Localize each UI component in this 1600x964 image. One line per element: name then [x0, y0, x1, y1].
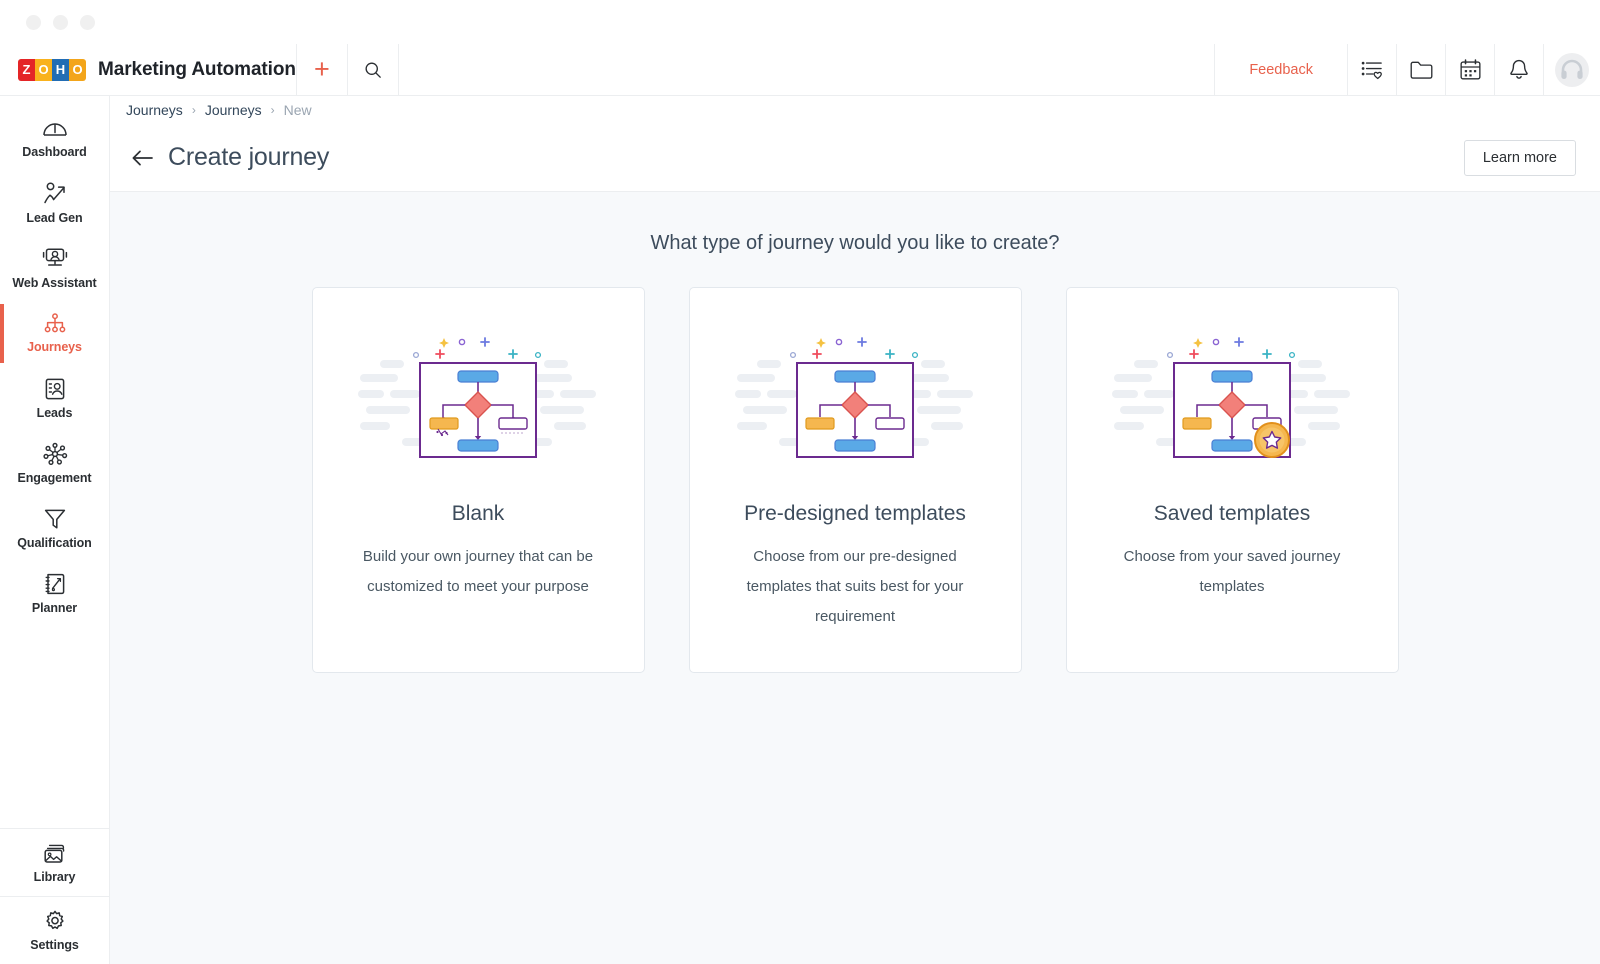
- logo-letter-o2: O: [69, 59, 86, 81]
- plus-icon: +: [314, 56, 330, 83]
- lead-gen-icon: [42, 182, 68, 206]
- breadcrumb-separator-0: ›: [192, 103, 196, 117]
- sidebar-label-library: Library: [34, 870, 76, 884]
- sidebar-item-engagement[interactable]: Engagement: [0, 431, 109, 496]
- calendar-icon: [1460, 59, 1481, 80]
- search-icon: [364, 61, 382, 79]
- sidebar-item-planner[interactable]: Planner: [0, 561, 109, 626]
- breadcrumb-separator-1: ›: [271, 103, 275, 117]
- sidebar-item-leads[interactable]: Leads: [0, 366, 109, 431]
- journey-type-card-pre-designed-templates[interactable]: Pre-designed templates Choose from our p…: [689, 287, 1022, 673]
- main-area: Journeys › Journeys › New Create journey…: [110, 96, 1600, 964]
- leads-card-icon: [43, 377, 67, 401]
- folder-button[interactable]: [1397, 44, 1445, 96]
- app-header: Z O H O Marketing Automation + Feedback: [0, 44, 1600, 96]
- sidebar-label-qualification: Qualification: [17, 536, 91, 550]
- list-heart-icon: [1361, 60, 1383, 80]
- back-arrow-icon: [132, 149, 154, 167]
- journeys-icon: [42, 313, 68, 335]
- content-area: What type of journey would you like to c…: [110, 192, 1600, 964]
- card-title-pre-designed-templates: Pre-designed templates: [744, 502, 966, 526]
- window-titlebar: [0, 0, 1600, 44]
- card-title-blank: Blank: [452, 502, 505, 526]
- gauge-icon: [42, 118, 68, 140]
- sidebar-item-lead-gen[interactable]: Lead Gen: [0, 171, 109, 236]
- page-header: Create journey Learn more: [110, 124, 1600, 192]
- logo-letter-h: H: [52, 59, 69, 81]
- library-icon: [42, 841, 68, 865]
- web-assistant-icon: [42, 247, 68, 271]
- sidebar-item-settings[interactable]: Settings: [0, 896, 109, 964]
- sidebar-label-web-assistant: Web Assistant: [12, 276, 96, 290]
- sidebar-label-dashboard: Dashboard: [22, 145, 86, 159]
- window-close-dot[interactable]: [26, 15, 41, 30]
- breadcrumb: Journeys › Journeys › New: [110, 96, 1600, 124]
- funnel-icon: [43, 507, 67, 531]
- card-description-blank: Build your own journey that can be custo…: [346, 542, 611, 602]
- journey-flowchart-illustration: [358, 330, 598, 460]
- page-title: Create journey: [168, 143, 329, 172]
- card-title-saved-templates: Saved templates: [1154, 502, 1310, 526]
- brand-block[interactable]: Z O H O Marketing Automation: [0, 59, 296, 81]
- add-new-button[interactable]: +: [297, 44, 347, 96]
- breadcrumb-item-0[interactable]: Journeys: [126, 102, 183, 118]
- appbar-right-group: Feedback: [1214, 44, 1600, 96]
- breadcrumb-item-1[interactable]: Journeys: [205, 102, 262, 118]
- window-minimize-dot[interactable]: [53, 15, 68, 30]
- product-title: Marketing Automation: [98, 59, 296, 81]
- sidebar-label-leads: Leads: [37, 406, 73, 420]
- folder-icon: [1410, 60, 1433, 80]
- journey-type-card-blank[interactable]: Blank Build your own journey that can be…: [312, 287, 645, 673]
- sidebar-label-engagement: Engagement: [17, 471, 91, 485]
- calendar-button[interactable]: [1446, 44, 1494, 96]
- breadcrumb-item-2: New: [284, 102, 312, 118]
- app-body: Dashboard Lead Gen: [0, 96, 1600, 964]
- user-avatar-button[interactable]: [1544, 44, 1600, 96]
- list-heart-button[interactable]: [1348, 44, 1396, 96]
- logo-letter-z: Z: [18, 59, 35, 81]
- window-maximize-dot[interactable]: [80, 15, 95, 30]
- logo-letter-o1: O: [35, 59, 52, 81]
- card-description-saved-templates: Choose from your saved journey templates: [1100, 542, 1365, 602]
- journey-type-card-saved-templates[interactable]: Saved templates Choose from your saved j…: [1066, 287, 1399, 673]
- appbar-divider-3: [398, 44, 399, 96]
- sidebar-item-qualification[interactable]: Qualification: [0, 496, 109, 561]
- notifications-button[interactable]: [1495, 44, 1543, 96]
- sidebar-label-settings: Settings: [30, 938, 79, 952]
- planner-icon: [43, 572, 67, 596]
- primary-sidebar: Dashboard Lead Gen: [0, 96, 110, 964]
- support-headset-icon: [1559, 57, 1585, 83]
- zoho-logo: Z O H O: [18, 59, 86, 81]
- search-button[interactable]: [348, 44, 398, 96]
- journey-type-card-list: Blank Build your own journey that can be…: [110, 287, 1600, 673]
- sidebar-item-web-assistant[interactable]: Web Assistant: [0, 236, 109, 301]
- card-description-pre-designed-templates: Choose from our pre-designed templates t…: [723, 542, 988, 632]
- sidebar-item-dashboard[interactable]: Dashboard: [0, 106, 109, 171]
- feedback-link[interactable]: Feedback: [1215, 62, 1347, 78]
- learn-more-button[interactable]: Learn more: [1464, 140, 1576, 176]
- journey-flowchart-star-illustration: [1112, 330, 1352, 460]
- sidebar-label-planner: Planner: [32, 601, 77, 615]
- sidebar-bottom-group: Library Settings: [0, 828, 109, 964]
- bell-icon: [1509, 59, 1529, 81]
- sidebar-label-lead-gen: Lead Gen: [26, 211, 82, 225]
- engagement-icon: [41, 442, 69, 466]
- journey-flowchart-illustration: [735, 330, 975, 460]
- gear-icon: [43, 909, 67, 933]
- sidebar-item-library[interactable]: Library: [0, 828, 109, 896]
- sidebar-label-journeys: Journeys: [27, 340, 82, 354]
- avatar: [1555, 53, 1589, 87]
- sidebar-item-journeys[interactable]: Journeys: [0, 301, 109, 366]
- sidebar-top-group: Dashboard Lead Gen: [0, 96, 109, 626]
- back-button[interactable]: [126, 141, 160, 175]
- journey-type-question: What type of journey would you like to c…: [110, 232, 1600, 255]
- saved-star-badge: [1255, 423, 1289, 457]
